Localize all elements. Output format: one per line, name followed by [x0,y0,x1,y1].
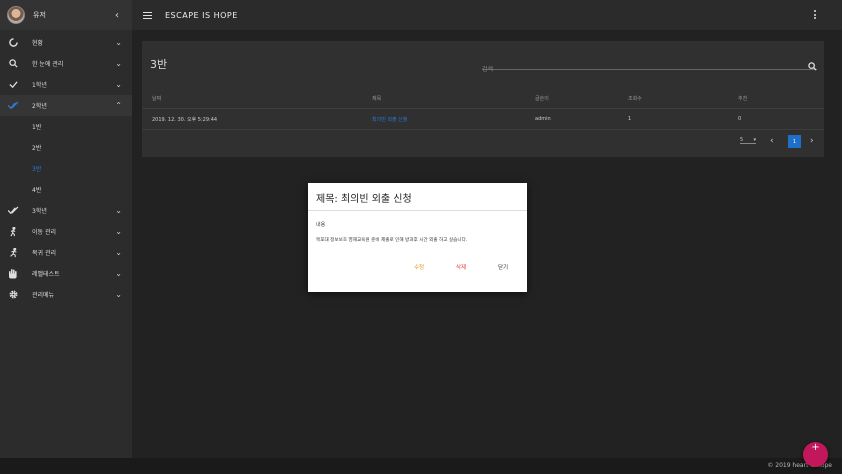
sidebar: 유저 ‹ 현황 ⌄ 한 눈에 관리 ⌄ 1학년 ⌄ 2학년 ⌃ 1반 2반 3반… [0,0,132,458]
double-check-icon [6,206,20,215]
chevron-down-icon: ⌄ [115,290,122,299]
footer: © 2019 heart is hope [0,458,842,474]
dialog-body: 목포대 정보보호 영재교육원 준비 제출로 인해 방과후 시간 외출 하고 싶습… [316,238,468,243]
check-icon [6,101,20,110]
column-header-likes[interactable]: 추천 [738,89,747,108]
plus-icon: + [811,442,820,453]
chevron-left-icon[interactable]: ‹ [770,136,774,146]
board-card: 3반 날짜 제목 글쓴이 조회수 추천 2019. 12. 30. 오후 5:2… [142,41,824,157]
chevron-down-icon: ⌄ [115,248,122,257]
sidebar-item-grade-2[interactable]: 2학년 ⌃ [0,95,132,116]
sidebar-item-return[interactable]: 복귀 관리 ⌄ [0,242,132,263]
sidebar-subitem-class-1[interactable]: 1반 [0,116,132,137]
sidebar-item-grade-1[interactable]: 1학년 ⌄ [0,74,132,95]
dialog-divider [308,210,527,211]
sidebar-item-overview[interactable]: 한 눈에 관리 ⌄ [0,53,132,74]
sidebar-item-label: 현황 [32,40,44,47]
cell-title-link[interactable]: 최의빈 외출 신청 [372,109,407,129]
sidebar-item-label: 복귀 관리 [32,250,56,257]
chevron-down-icon: ⌄ [115,59,122,68]
sidebar-item-label: 관리메뉴 [32,292,55,299]
sidebar-item-label: 이동 관리 [32,229,56,236]
caret-down-icon: ▾ [753,137,756,143]
sidebar-item-movement[interactable]: 이동 관리 ⌄ [0,221,132,242]
post-dialog: 제목: 최의빈 외출 신청 내용 목포대 정보보호 영재교육원 준비 제출로 인… [308,183,527,292]
user-row: 유저 ‹ [0,0,132,30]
rows-per-page-select[interactable]: 5 ▾ [740,137,756,144]
cell-views: 1 [628,116,632,122]
chevron-down-icon: ⌄ [115,38,122,47]
hand-icon [6,268,20,279]
add-fab-button[interactable]: + [803,442,828,467]
chevron-up-icon: ⌃ [115,101,122,110]
user-name: 유저 [33,11,46,19]
chevron-left-icon[interactable]: ‹ [115,10,119,21]
sidebar-item-level-test[interactable]: 레벨테스트 ⌄ [0,263,132,284]
chevron-down-icon: ⌄ [115,206,122,215]
sidebar-item-label: 3학년 [32,208,47,215]
delete-button[interactable]: 삭제 [456,263,466,271]
sidebar-nav: 현황 ⌄ 한 눈에 관리 ⌄ 1학년 ⌄ 2학년 ⌃ 1반 2반 3반 4반 3… [0,32,132,305]
search-field [482,56,817,73]
chevron-down-icon: ⌄ [115,227,122,236]
search-input[interactable] [482,66,802,73]
content-label: 내용 [316,222,326,228]
chevron-down-icon: ⌄ [115,269,122,278]
run-icon [6,247,20,258]
column-header-title[interactable]: 제목 [372,89,381,108]
app-title: ESCAPE IS HOPE [165,10,238,20]
top-app-bar: ESCAPE IS HOPE [132,0,842,30]
cell-author: admin [535,116,551,122]
more-vert-icon[interactable] [814,10,816,19]
menu-icon[interactable] [143,11,152,19]
page-button-current[interactable]: 1 [788,135,801,148]
column-header-views[interactable]: 조회수 [628,89,642,108]
sidebar-item-label: 1학년 [32,82,47,89]
close-button[interactable]: 닫기 [498,263,508,271]
search-icon [6,59,20,68]
sidebar-item-status[interactable]: 현황 ⌄ [0,32,132,53]
circle-icon [6,38,20,47]
column-header-author[interactable]: 글쓴이 [535,89,549,108]
cell-date: 2019. 12. 30. 오후 5:29:44 [152,116,218,123]
check-icon [6,80,20,89]
table-header: 날짜 제목 글쓴이 조회수 추천 [142,89,824,109]
gear-icon [6,290,20,299]
table-row[interactable]: 2019. 12. 30. 오후 5:29:44 최의빈 외출 신청 admin… [142,109,824,130]
sidebar-item-label: 한 눈에 관리 [32,61,64,68]
sidebar-item-grade-3[interactable]: 3학년 ⌄ [0,200,132,221]
chevron-down-icon: ⌄ [115,80,122,89]
chevron-right-icon[interactable]: › [810,136,814,146]
sidebar-subitem-class-3[interactable]: 3반 [0,158,132,179]
dialog-title: 제목: 최의빈 외출 신청 [316,194,412,205]
sidebar-item-admin-menu[interactable]: 관리메뉴 ⌄ [0,284,132,305]
sidebar-item-label: 레벨테스트 [32,271,60,278]
pagination: 5 ▾ ‹ 1 › [142,135,824,151]
avatar[interactable] [7,6,25,24]
walk-icon [6,226,20,237]
search-icon[interactable] [808,56,817,75]
column-header-date[interactable]: 날짜 [152,89,161,108]
rows-per-page-value: 5 [740,137,744,143]
sidebar-subitem-class-2[interactable]: 2반 [0,137,132,158]
sidebar-subitem-class-4[interactable]: 4반 [0,179,132,200]
cell-likes: 0 [738,116,742,122]
sidebar-item-label: 2학년 [32,103,47,110]
edit-button[interactable]: 수정 [414,263,424,271]
page-title: 3반 [150,58,168,71]
